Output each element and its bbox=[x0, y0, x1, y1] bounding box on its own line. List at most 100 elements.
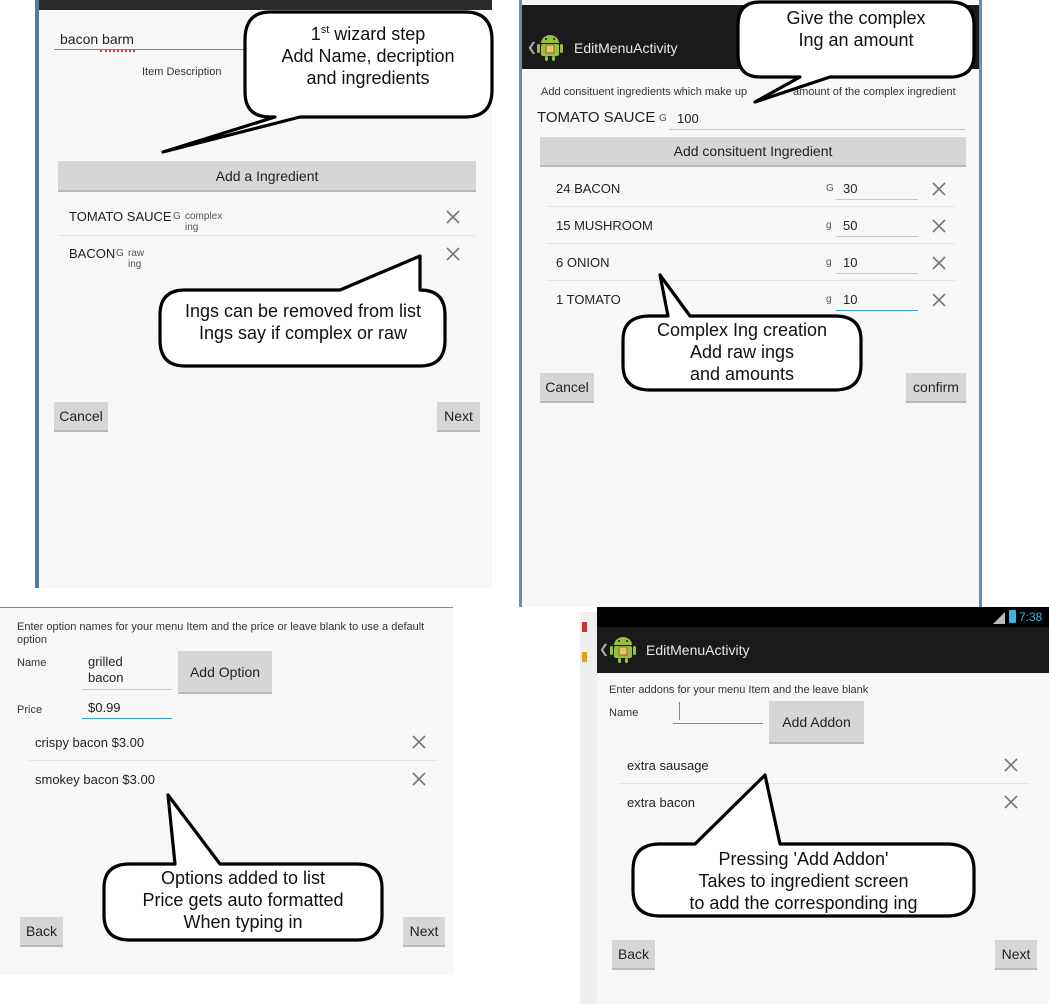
cancel-button[interactable]: Cancel bbox=[540, 373, 594, 403]
item-description-field[interactable]: Item Description bbox=[142, 66, 221, 78]
addon-item: extra sausage bbox=[627, 758, 709, 773]
back-chevron-icon[interactable]: ❮ bbox=[599, 642, 609, 656]
instructions-text: Enter addons for your menu Item and the … bbox=[609, 684, 869, 696]
option-item: crispy bacon $3.00 bbox=[35, 735, 145, 750]
callout-line: 1st wizard step bbox=[250, 19, 486, 45]
callout-removed: Ings can be removed from list Ings say i… bbox=[163, 300, 443, 344]
status-time: 7:38 bbox=[1019, 610, 1043, 624]
complex-amount-field[interactable] bbox=[669, 129, 965, 130]
list-divider bbox=[547, 206, 955, 207]
add-ingredient-button[interactable]: Add a Ingredient bbox=[58, 161, 476, 192]
callout-line: Ings say if complex or raw bbox=[198, 323, 408, 343]
next-button[interactable]: Next bbox=[403, 917, 445, 947]
complex-ingredient-name: TOMATO SAUCE bbox=[537, 109, 656, 126]
name-label: Name bbox=[609, 707, 639, 719]
remove-icon[interactable] bbox=[931, 292, 947, 308]
callout-line: Ing an amount bbox=[798, 30, 914, 50]
cancel-button[interactable]: Cancel bbox=[54, 402, 108, 432]
callout-options-added: Options added to list Price gets auto fo… bbox=[106, 867, 380, 933]
activity-title: EditMenuActivity bbox=[646, 642, 750, 658]
item-name-field[interactable] bbox=[54, 49, 254, 50]
constituent-name: 24 BACON bbox=[556, 181, 621, 196]
constituent-name: 1 TOMATO bbox=[556, 292, 621, 307]
list-divider bbox=[29, 760, 437, 761]
remove-icon[interactable] bbox=[445, 246, 461, 262]
remove-icon[interactable] bbox=[411, 771, 427, 787]
price-value[interactable]: $0.99 bbox=[88, 700, 121, 715]
ingredient-unit: G bbox=[116, 248, 124, 259]
callout-line: to add the corresponding ing bbox=[689, 893, 918, 913]
callout-line: Give the complex bbox=[786, 8, 926, 28]
constituent-amount-field[interactable] bbox=[836, 273, 918, 274]
callout-complex-creation: Complex Ing creation Add raw ings and am… bbox=[625, 319, 859, 385]
step-ordinal-suffix: st bbox=[320, 24, 330, 36]
remove-icon[interactable] bbox=[931, 218, 947, 234]
action-bar: ❮ EditMenuActivity bbox=[597, 627, 1049, 673]
constituent-amount[interactable]: 30 bbox=[843, 181, 857, 196]
complex-ingredient-unit: G bbox=[659, 113, 667, 124]
next-button[interactable]: Next bbox=[995, 940, 1037, 970]
callout-line: When typing in bbox=[183, 912, 303, 932]
callout-line: and ingredients bbox=[306, 68, 430, 88]
remove-icon[interactable] bbox=[411, 734, 427, 750]
callout-line: and amounts bbox=[689, 364, 795, 384]
item-name-value[interactable]: bacon barm bbox=[60, 31, 134, 47]
callout-line: Options added to list bbox=[160, 868, 326, 888]
back-chevron-icon[interactable]: ❮ bbox=[527, 40, 537, 54]
callout-line: Ings can be removed from list bbox=[184, 301, 422, 321]
constituent-unit: g bbox=[826, 220, 832, 231]
remove-icon[interactable] bbox=[931, 181, 947, 197]
price-field[interactable] bbox=[82, 718, 172, 719]
constituent-amount-field[interactable] bbox=[836, 199, 918, 200]
complex-amount-value[interactable]: 100 bbox=[677, 111, 699, 126]
constituent-unit: G bbox=[826, 183, 834, 194]
back-button[interactable]: Back bbox=[612, 940, 655, 970]
frame-border-right bbox=[979, 0, 982, 607]
constituent-amount-field[interactable] bbox=[836, 310, 918, 311]
constituent-unit: g bbox=[826, 294, 832, 305]
remove-icon[interactable] bbox=[1003, 757, 1019, 773]
instructions-text: Add consituent ingredients which make up bbox=[541, 86, 748, 98]
constituent-amount[interactable]: 10 bbox=[843, 292, 857, 307]
callout-line: Add Name, decription bbox=[281, 46, 455, 66]
ingredient-name: TOMATO SAUCE bbox=[69, 209, 172, 224]
add-addon-button[interactable]: Add Addon bbox=[769, 701, 864, 744]
android-app-icon bbox=[610, 634, 636, 663]
step-number: 1 bbox=[310, 24, 321, 44]
list-divider bbox=[547, 243, 955, 244]
callout-line: Add raw ings bbox=[689, 342, 795, 362]
back-button[interactable]: Back bbox=[20, 917, 63, 947]
callout-pressing-addon: Pressing 'Add Addon' Takes to ingredient… bbox=[635, 848, 972, 914]
frame-border bbox=[519, 0, 522, 607]
add-constituent-button[interactable]: Add consituent Ingredient bbox=[540, 137, 966, 167]
constituent-name: 15 MUSHROOM bbox=[556, 218, 653, 233]
callout-line: Pressing 'Add Addon' bbox=[718, 849, 889, 869]
list-divider bbox=[619, 783, 1029, 784]
top-status-strip bbox=[35, 0, 492, 10]
next-button[interactable]: Next bbox=[437, 402, 480, 432]
complex-ingredient-panel: ❮ EditMenuActivity Add consituent ingred… bbox=[519, 0, 982, 607]
background-window-strip bbox=[580, 612, 597, 1004]
option-name-field[interactable] bbox=[82, 689, 172, 690]
addon-name-field[interactable] bbox=[673, 723, 763, 724]
option-name-value-line1[interactable]: grilled bbox=[88, 654, 123, 669]
constituent-unit: g bbox=[826, 257, 832, 268]
remove-icon[interactable] bbox=[1003, 794, 1019, 810]
constituent-amount[interactable]: 10 bbox=[843, 255, 857, 270]
android-app-icon bbox=[537, 32, 563, 61]
constituent-amount[interactable]: 50 bbox=[843, 218, 857, 233]
ingredient-kind: complex ing bbox=[185, 211, 223, 233]
confirm-button[interactable]: confirm bbox=[906, 373, 966, 403]
add-option-button[interactable]: Add Option bbox=[178, 651, 272, 694]
constituent-amount-field[interactable] bbox=[836, 236, 918, 237]
callout-line: Complex Ing creation bbox=[656, 320, 828, 340]
option-name-value-line2[interactable]: bacon bbox=[88, 670, 123, 685]
instructions-text-tail: amount of the complex ingredient bbox=[793, 86, 956, 98]
remove-icon[interactable] bbox=[445, 209, 461, 225]
remove-icon[interactable] bbox=[931, 255, 947, 271]
list-divider bbox=[58, 235, 476, 236]
left-edge bbox=[35, 0, 39, 588]
name-label: Name bbox=[17, 657, 47, 669]
callout-give-amount: Give the complex Ing an amount bbox=[740, 7, 972, 51]
strip-mark bbox=[582, 652, 587, 662]
